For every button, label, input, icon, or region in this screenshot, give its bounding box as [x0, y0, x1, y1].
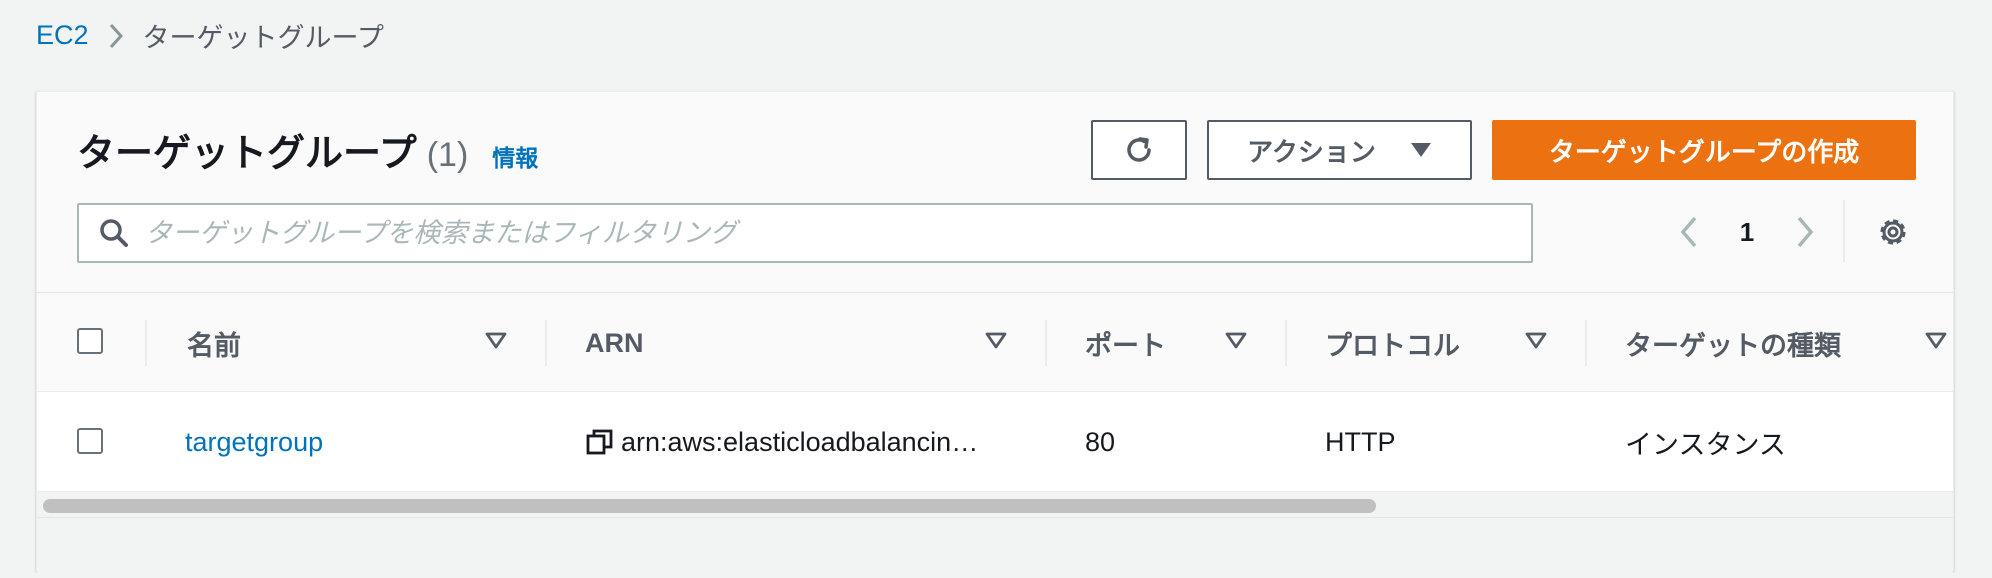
refresh-icon — [1127, 137, 1151, 162]
column-divider — [145, 320, 147, 366]
scrollbar-thumb[interactable] — [43, 499, 1376, 513]
horizontal-scrollbar[interactable] — [37, 492, 1953, 518]
panel-footer — [37, 518, 1953, 578]
row-select-checkbox[interactable] — [77, 428, 103, 454]
previous-page-button[interactable] — [1669, 216, 1709, 248]
next-page-button[interactable] — [1785, 216, 1825, 248]
search-box — [77, 203, 1533, 263]
page-title: ターゲットグループ — [77, 133, 417, 175]
item-count: (1) — [426, 136, 469, 174]
chevron-right-icon — [109, 23, 123, 49]
sort-icon[interactable] — [985, 332, 1007, 350]
info-link[interactable]: 情報 — [492, 139, 538, 173]
table-row: targetgroup arn:aws:elasticloadbalancin…… — [37, 392, 1953, 492]
target-type-value: インスタンス — [1625, 429, 1786, 460]
gear-icon — [1880, 219, 1906, 245]
arn-cell: arn:aws:elasticloadbalancin… — [585, 392, 978, 492]
column-divider — [1285, 320, 1287, 366]
select-all-checkbox[interactable] — [77, 328, 103, 354]
column-header-arn[interactable]: ARN — [585, 294, 644, 392]
column-divider — [545, 320, 547, 366]
pagination: 1 — [1669, 202, 1825, 262]
port-value: 80 — [1085, 426, 1116, 457]
caret-down-icon — [1410, 143, 1431, 157]
preferences-button[interactable] — [1875, 214, 1911, 255]
chevron-right-icon — [1797, 216, 1814, 248]
arn-value: arn:aws:elasticloadbalancin… — [621, 426, 979, 457]
column-header-port[interactable]: ポート — [1085, 294, 1166, 392]
column-divider — [1045, 320, 1047, 366]
table-header: 名前 ARN ポート プロトコル ターゲットの種類 — [37, 294, 1953, 392]
column-header-protocol[interactable]: プロトコル — [1325, 294, 1460, 392]
copy-icon[interactable] — [585, 427, 615, 457]
sort-icon[interactable] — [485, 332, 507, 350]
target-group-name-link[interactable]: targetgroup — [185, 392, 323, 492]
refresh-button[interactable] — [1091, 120, 1187, 180]
breadcrumb-ec2-link[interactable]: EC2 — [36, 20, 89, 51]
column-divider — [1585, 320, 1587, 366]
current-page[interactable]: 1 — [1709, 217, 1785, 248]
search-input[interactable] — [143, 216, 1523, 250]
page-title-group: ターゲットグループ (1) 情報 — [77, 122, 538, 177]
chevron-left-icon — [1680, 216, 1697, 248]
pager-divider — [1843, 200, 1845, 262]
actions-dropdown-button[interactable]: アクション — [1207, 120, 1472, 180]
breadcrumb-current: ターゲットグループ — [142, 23, 384, 53]
sort-icon[interactable] — [1525, 332, 1547, 350]
sort-icon[interactable] — [1925, 332, 1947, 350]
protocol-value: HTTP — [1325, 426, 1396, 457]
breadcrumb: EC2 ターゲットグループ — [36, 16, 384, 55]
column-header-name[interactable]: 名前 — [187, 294, 241, 392]
panel-header: ターゲットグループ (1) 情報 アクション ターゲットグループの作成 ターゲッ… — [37, 92, 1953, 293]
target-groups-panel: ターゲットグループ (1) 情報 アクション ターゲットグループの作成 ターゲッ… — [36, 91, 1954, 578]
create-target-group-button[interactable]: ターゲットグループの作成 — [1492, 120, 1916, 180]
actions-label: アクション — [1247, 136, 1376, 167]
sort-icon[interactable] — [1225, 332, 1247, 350]
search-icon — [100, 219, 128, 247]
column-header-target-type[interactable]: ターゲットの種類 — [1625, 294, 1841, 392]
